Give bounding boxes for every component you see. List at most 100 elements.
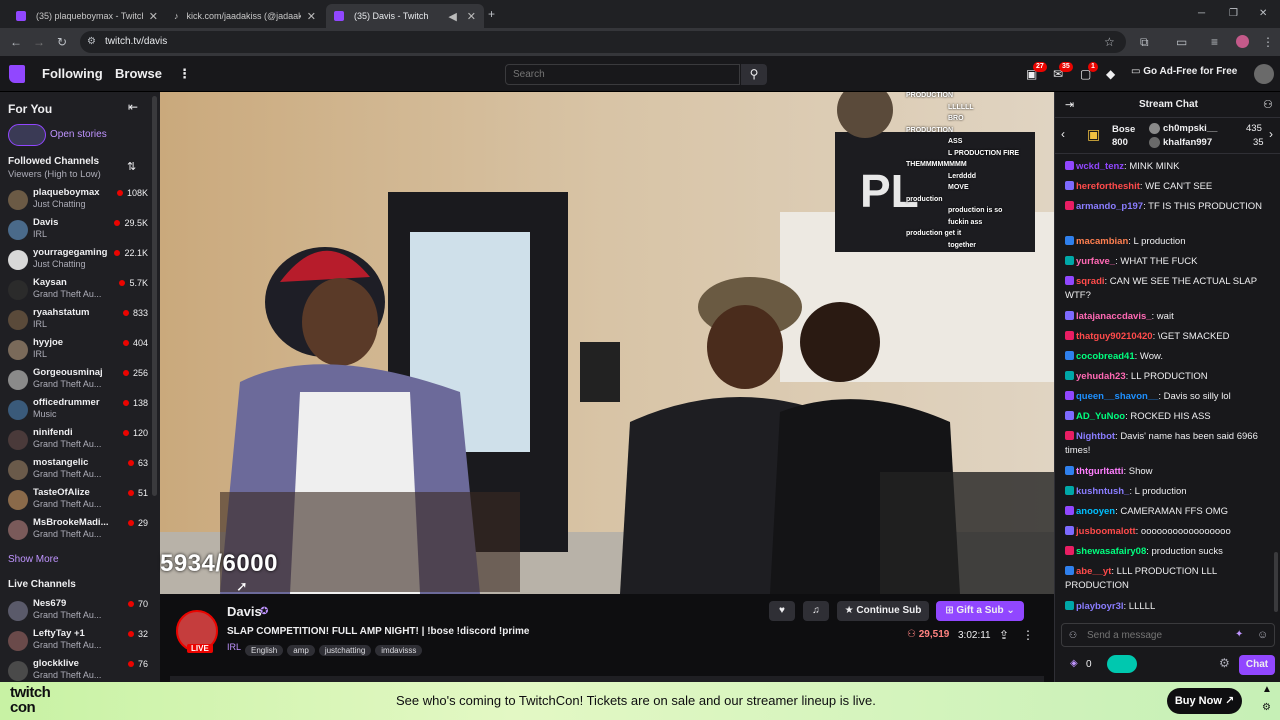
notification-bell-button[interactable]: ♫ [803,601,829,621]
channel-points-icon[interactable]: ◈ [1070,658,1078,669]
sidebar-channel-item[interactable]: Nes679 Grand Theft Au... 70 [8,597,148,625]
media-icon[interactable]: ≡ [1211,35,1218,49]
sidebar-channel-item[interactable]: ryaahstatum IRL 833 [8,306,148,334]
chat-send-button[interactable]: Chat [1239,655,1275,675]
follow-heart-button[interactable]: ♥ [769,601,795,621]
sidebar-channel-item[interactable]: mostangelic Grand Theft Au... 63 [8,456,148,484]
search-input[interactable] [505,64,740,85]
more-options-icon[interactable]: ⋮ [1022,628,1034,642]
minimize-icon[interactable]: ─ [1198,7,1205,21]
gifter-name[interactable]: Bose [1112,124,1135,135]
chevron-left-icon[interactable]: ‹ [1061,127,1065,141]
reload-icon[interactable]: ↻ [57,35,67,49]
cast-icon[interactable]: ▭ [1176,35,1187,49]
stories-avatars[interactable] [8,124,46,146]
sparkle-icon[interactable]: ✦ [1235,629,1243,640]
search-button[interactable]: ⚲ [741,64,767,85]
sidebar-channel-item[interactable]: TasteOfAlize Grand Theft Au... 51 [8,486,148,514]
chat-username[interactable]: thtgurltatti [1076,466,1124,477]
new-tab-icon[interactable]: + [488,7,495,21]
community-icon[interactable]: ⚇ [1263,98,1273,111]
emoji-icon[interactable]: ☺ [1257,629,1268,641]
sidebar-channel-item[interactable]: Gorgeousminaj Grand Theft Au... 256 [8,366,148,394]
banner-settings-icon[interactable]: ⚙ [1262,702,1271,713]
close-icon[interactable]: ✕ [307,10,316,23]
continue-sub-button[interactable]: ★ Continue Sub [837,601,929,621]
go-ad-free-button[interactable]: ▭ Go Ad-Free for Free [1131,66,1237,77]
category-link[interactable]: IRL [227,642,241,652]
sidebar-channel-item[interactable]: yourragegaming Just Chatting 22.1K [8,246,148,274]
tag[interactable]: justchatting [318,645,372,656]
points-claim-button[interactable] [1107,655,1137,673]
settings-gear-icon[interactable]: ⚙ [1219,656,1230,670]
chat-username[interactable]: macambian [1076,236,1128,247]
crown-icon[interactable]: ◆ [1106,67,1115,81]
chat-username[interactable]: anooyen [1076,506,1115,517]
chat-username[interactable]: kushntush_ [1076,486,1129,497]
nav-following[interactable]: Following [42,66,103,81]
profile-avatar[interactable] [1236,35,1249,48]
window-close-icon[interactable]: ✕ [1259,7,1267,21]
show-more-link[interactable]: Show More [8,554,59,565]
sort-icon[interactable]: ⇅ [127,160,136,173]
browser-tab[interactable]: ♪ kick.com/jaadakiss (@jadaakiss... ✕ [166,4,324,28]
chat-username[interactable]: armando_p197 [1076,201,1143,212]
channel-name[interactable]: Davis [227,604,262,619]
sidebar-channel-item[interactable]: officedrummer Music 138 [8,396,148,424]
sidebar-channel-item[interactable]: ninifendi Grand Theft Au... 120 [8,426,148,454]
chat-username[interactable]: sqradi [1076,276,1105,287]
chat-username[interactable]: latajanaccdavis_ [1076,311,1152,322]
bookmark-star-icon[interactable]: ☆ [1104,35,1115,49]
sidebar-channel-item[interactable]: LeftyTay +1 Grand Theft Au... 32 [8,627,148,655]
chat-username[interactable]: herefortheshit [1076,181,1140,192]
site-info-icon[interactable]: ⚙ [87,35,96,49]
tag[interactable]: English [245,645,284,656]
video-player[interactable]: PL PRODUCTION LLLLLL BRO PRODUCTION ASS L PRO… [160,92,1054,594]
more-dots-icon[interactable]: ⋮ [178,66,191,82]
twitch-logo-icon[interactable] [9,65,25,83]
share-icon[interactable]: ⇪ [999,628,1009,642]
sidebar-scrollbar[interactable] [152,96,157,496]
tag[interactable]: amp [287,645,315,656]
chat-username[interactable]: cocobread41 [1076,351,1135,362]
sidebar-channel-item[interactable]: Kaysan Grand Theft Au... 5.7K [8,276,148,304]
buy-now-button[interactable]: Buy Now ↗ [1167,688,1242,714]
close-icon[interactable]: ✕ [467,10,476,23]
close-icon[interactable]: ✕ [149,10,158,23]
extensions-icon[interactable]: ⧉ [1140,35,1149,49]
chat-username[interactable]: AD_YuNoo [1076,411,1125,422]
gift-sub-button[interactable]: ⊞ Gift a Sub ⌄ [936,601,1024,621]
chevron-right-icon[interactable]: › [1269,127,1273,141]
restore-icon[interactable]: ❐ [1229,7,1238,21]
chat-username[interactable]: jusboomalott [1076,526,1136,537]
gifter-name[interactable]: khalfan997 [1163,137,1212,148]
chat-username[interactable]: Nightbot [1076,431,1115,442]
chat-username[interactable]: queen__shavon__ [1076,391,1158,402]
chat-username[interactable]: shewasafairy08 [1076,546,1146,557]
sidebar-channel-item[interactable]: hyyjoe IRL 404 [8,336,148,364]
url-bar[interactable]: ⚙ twitch.tv/davis ☆ [80,31,1126,53]
speaker-icon[interactable]: ◀ [448,10,456,23]
browser-tab-active[interactable]: (35) Davis - Twitch ◀ ✕ [326,4,484,28]
chat-username[interactable]: thatguy90210420 [1076,331,1153,342]
nav-browse[interactable]: Browse [115,66,162,81]
gifter-name[interactable]: ch0mpski__ [1163,123,1217,134]
open-stories-link[interactable]: Open stories [50,129,107,140]
chat-username[interactable]: abe__yt [1076,566,1111,577]
sidebar-channel-item[interactable]: glockklive Grand Theft Au... 76 [8,657,148,682]
back-icon[interactable]: ← [10,35,22,49]
banner-up-icon[interactable]: ▲ [1262,684,1272,695]
sidebar-channel-item[interactable]: Davis IRL 29.5K [8,216,148,244]
sidebar-channel-item[interactable]: plaqueboymax Just Chatting 108K [8,186,148,214]
tag[interactable]: imdavisss [375,645,423,656]
chat-username[interactable]: yehudah23 [1076,371,1126,382]
forward-icon[interactable]: → [33,35,45,49]
chat-scrollbar[interactable] [1274,552,1278,612]
menu-dots-icon[interactable]: ⋮ [1262,35,1274,49]
chat-username[interactable]: yurfave_ [1076,256,1115,267]
sidebar-channel-item[interactable]: MsBrookeMadi... Grand Theft Au... 29 [8,516,148,544]
chat-username[interactable]: playboyr3l [1076,601,1124,612]
collapse-chat-icon[interactable]: ⇥ [1065,98,1074,111]
chat-username[interactable]: wckd_tenz [1076,161,1124,172]
user-avatar[interactable] [1254,64,1274,84]
